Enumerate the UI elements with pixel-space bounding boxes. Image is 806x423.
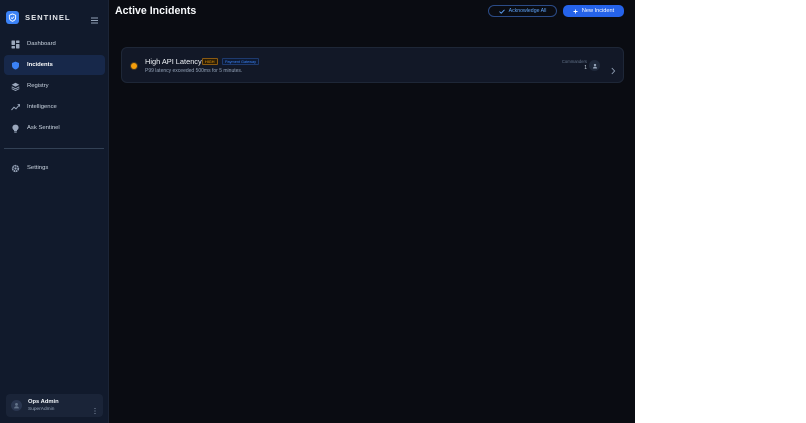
menu-toggle-icon[interactable] xyxy=(90,12,99,24)
commanders-summary: Commanders 1 xyxy=(552,59,587,71)
new-incident-label: New Incident xyxy=(581,8,615,14)
incident-description: P99 latency exceeded 500ms for 5 minutes… xyxy=(145,68,243,74)
sidebar-item-label: Registry xyxy=(27,83,49,89)
sidebar-nav: Dashboard Incidents Registry Intelligenc… xyxy=(4,34,105,139)
incident-title: High API Latency xyxy=(145,57,202,66)
dashboard-icon xyxy=(11,40,20,49)
sidebar-item-label: Settings xyxy=(27,165,49,171)
sidebar-item-intelligence[interactable]: Intelligence xyxy=(4,97,105,117)
avatar xyxy=(11,400,22,411)
sidebar-secondary-nav: Settings xyxy=(4,158,105,179)
sidebar-item-ask-sentinel[interactable]: Ask Sentinel xyxy=(4,118,105,138)
shield-icon xyxy=(11,61,20,70)
sidebar-item-incidents[interactable]: Incidents xyxy=(4,55,105,75)
sidebar-item-registry[interactable]: Registry xyxy=(4,76,105,96)
user-name: Ops Admin xyxy=(28,398,59,405)
brand-name: SENTINEL xyxy=(25,13,71,22)
sentinel-logo-icon xyxy=(6,11,19,24)
sidebar-item-label: Dashboard xyxy=(27,41,56,47)
layers-icon xyxy=(11,82,20,91)
chevron-right-icon[interactable] xyxy=(610,62,616,75)
acknowledge-all-label: Acknowledge All xyxy=(508,8,547,14)
more-vertical-icon[interactable] xyxy=(93,402,97,415)
sidebar-item-settings[interactable]: Settings xyxy=(4,158,105,178)
bulb-icon xyxy=(11,124,20,133)
new-incident-button[interactable]: New Incident xyxy=(563,5,624,17)
sidebar-item-dashboard[interactable]: Dashboard xyxy=(4,34,105,54)
user-card[interactable]: Ops Admin SuperAdmin xyxy=(6,394,103,417)
user-info: Ops Admin SuperAdmin xyxy=(28,399,59,413)
trend-icon xyxy=(11,103,20,112)
page-title: Active Incidents xyxy=(115,5,197,17)
severity-indicator xyxy=(131,63,137,69)
sidebar-item-label: Ask Sentinel xyxy=(27,125,60,131)
incident-card[interactable]: High API Latency HIGH Payment Gateway P9… xyxy=(121,47,624,83)
commander-avatar[interactable] xyxy=(589,60,600,71)
app-window: SENTINEL Dashboard Incidents Registry In… xyxy=(0,0,635,423)
sidebar-item-label: Intelligence xyxy=(27,104,57,110)
plus-icon xyxy=(573,9,578,14)
sidebar: SENTINEL Dashboard Incidents Registry In… xyxy=(0,0,109,423)
acknowledge-all-button[interactable]: Acknowledge All xyxy=(488,5,557,17)
sidebar-divider xyxy=(4,148,104,149)
commanders-count: 1 xyxy=(584,65,587,71)
main-content: Active Incidents Acknowledge All New Inc… xyxy=(109,0,635,423)
severity-badge: HIGH xyxy=(202,58,218,65)
check-icon xyxy=(498,8,505,14)
sidebar-item-label: Incidents xyxy=(27,62,53,68)
service-badge: Payment Gateway xyxy=(222,58,260,65)
user-role: SuperAdmin xyxy=(28,406,55,412)
gear-icon xyxy=(11,164,20,173)
